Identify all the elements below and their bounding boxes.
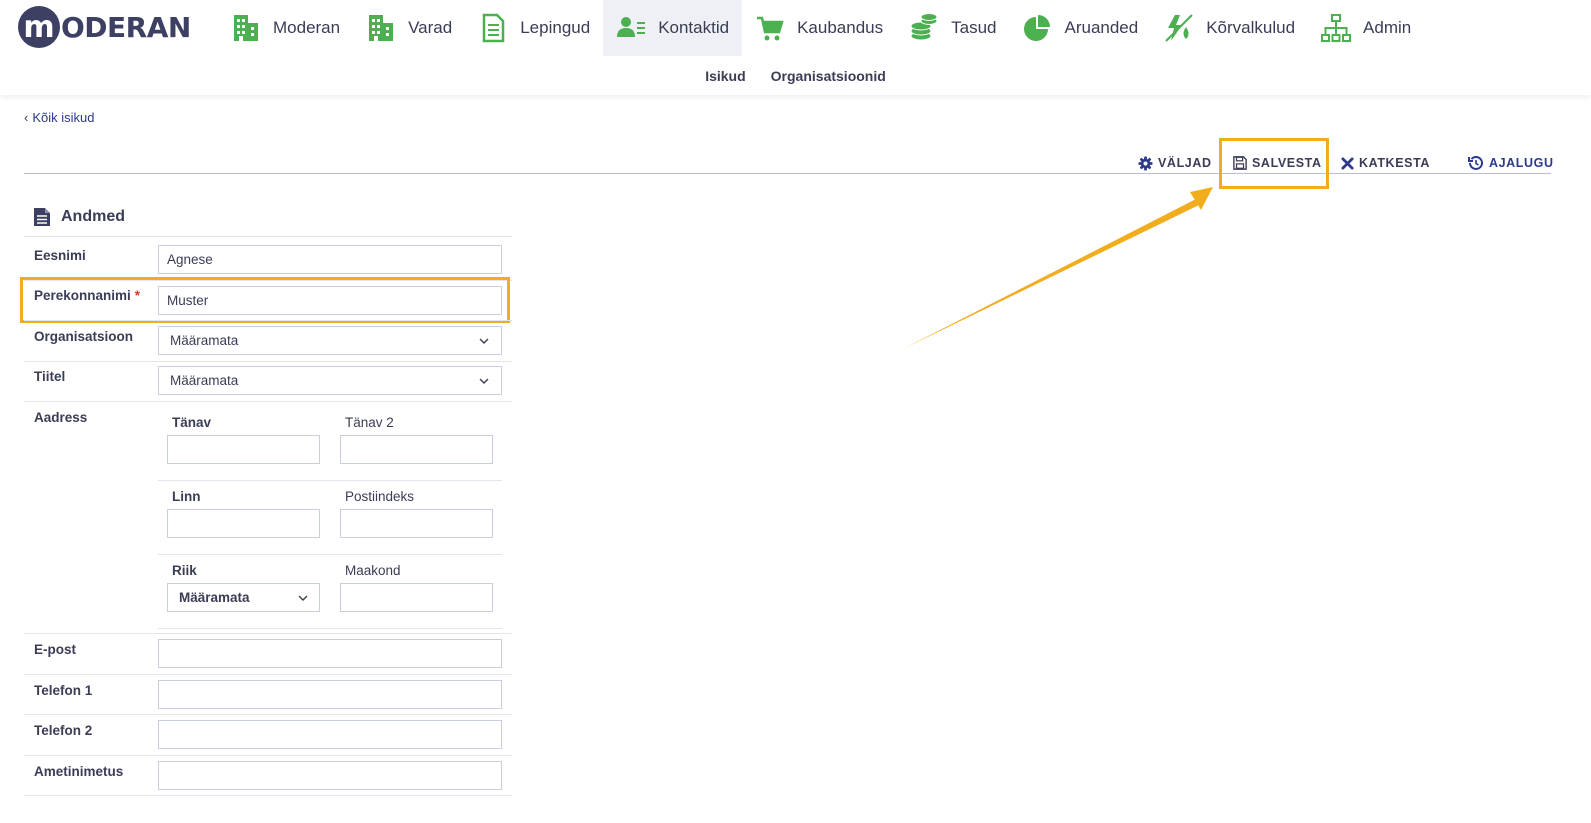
city-input[interactable] [167, 509, 320, 538]
phone1-label: Telefon 1 [34, 683, 93, 698]
county-input[interactable] [340, 583, 493, 612]
first-name-label: Eesnimi [34, 248, 86, 263]
phone2-input[interactable] [158, 720, 502, 749]
row-divider [24, 320, 512, 321]
organization-select-value: Määramata [170, 333, 239, 348]
address-label: Aadress [34, 410, 88, 425]
address-divider [158, 480, 502, 481]
chevron-down-icon [479, 378, 489, 384]
postal-label: Postiindeks [345, 489, 415, 504]
last-name-highlight [20, 277, 510, 323]
row-divider [24, 674, 512, 675]
row-divider [24, 714, 512, 715]
phone2-label: Telefon 2 [34, 723, 93, 738]
country-select-value: Määramata [179, 590, 250, 605]
street-input[interactable] [167, 435, 320, 464]
section-header: Andmed [33, 207, 125, 227]
organization-label: Organisatsioon [34, 329, 134, 344]
row-divider [24, 361, 512, 362]
row-divider [24, 401, 512, 402]
first-name-input[interactable]: Agnese [158, 245, 502, 274]
document-icon [34, 208, 50, 226]
phone1-input[interactable] [158, 680, 502, 709]
section-title: Andmed [61, 208, 125, 225]
address-divider [158, 554, 502, 555]
street2-label: Tänav 2 [345, 415, 394, 430]
organization-select[interactable]: Määramata [158, 326, 502, 355]
country-select[interactable]: Määramata [167, 583, 320, 612]
postal-input[interactable] [340, 509, 493, 538]
title-select[interactable]: Määramata [158, 366, 502, 395]
chevron-down-icon [298, 595, 308, 601]
email-label: E-post [34, 642, 76, 657]
county-label: Maakond [345, 563, 401, 578]
street-label: Tänav [172, 415, 212, 430]
title-select-value: Määramata [170, 373, 239, 388]
job-title-input[interactable] [158, 761, 502, 790]
city-label: Linn [172, 489, 201, 504]
row-divider [24, 633, 512, 634]
email-input[interactable] [158, 639, 502, 668]
row-divider [24, 795, 512, 796]
chevron-down-icon [479, 338, 489, 344]
street2-input[interactable] [340, 435, 493, 464]
row-divider [24, 755, 512, 756]
title-label: Tiitel [34, 369, 66, 384]
job-title-label: Ametinimetus [34, 764, 124, 779]
country-label: Riik [172, 563, 197, 578]
address-divider [158, 628, 502, 629]
section-divider [24, 236, 512, 237]
